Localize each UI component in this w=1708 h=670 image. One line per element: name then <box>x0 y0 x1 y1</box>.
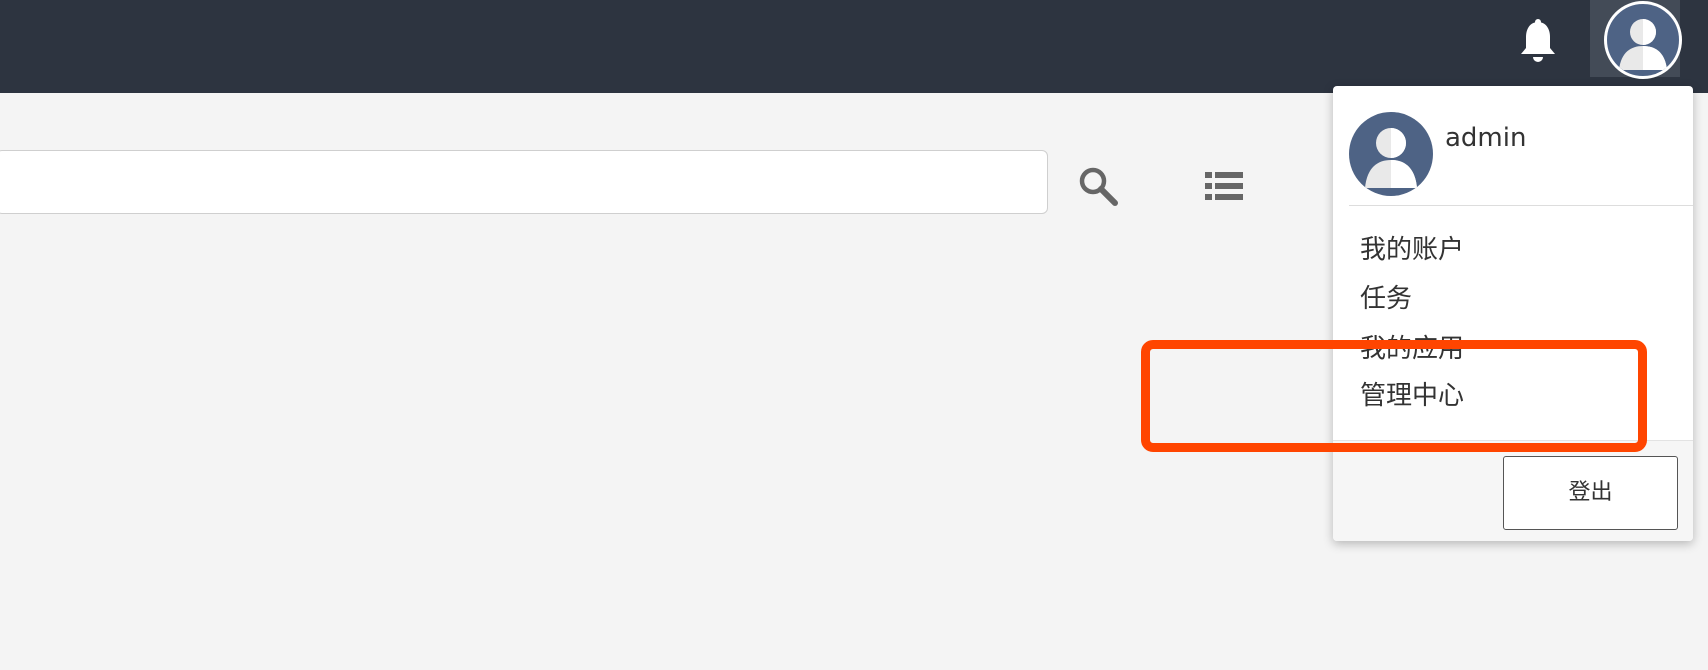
search-icon[interactable] <box>1077 165 1119 207</box>
menu-item-my-apps[interactable]: 我的应用 <box>1360 332 1464 366</box>
logout-button[interactable]: 登出 <box>1503 456 1678 530</box>
top-navbar <box>0 0 1708 93</box>
user-avatar-icon <box>1604 1 1682 79</box>
user-dropdown-menu: admin 我的账户 任务 我的应用 管理中心 登出 <box>1333 86 1693 541</box>
menu-item-my-account[interactable]: 我的账户 <box>1360 233 1464 267</box>
bell-icon[interactable] <box>1518 18 1558 66</box>
avatar <box>1349 112 1433 196</box>
username-label: admin <box>1445 123 1527 153</box>
menu-item-admin-center[interactable]: 管理中心 <box>1360 379 1464 413</box>
search-input[interactable] <box>0 150 1048 214</box>
menu-item-tasks[interactable]: 任务 <box>1360 282 1412 316</box>
menu-footer: 登出 <box>1333 440 1693 541</box>
list-view-icon[interactable] <box>1205 170 1243 202</box>
menu-divider <box>1349 205 1693 206</box>
user-avatar-button[interactable] <box>1590 0 1682 79</box>
